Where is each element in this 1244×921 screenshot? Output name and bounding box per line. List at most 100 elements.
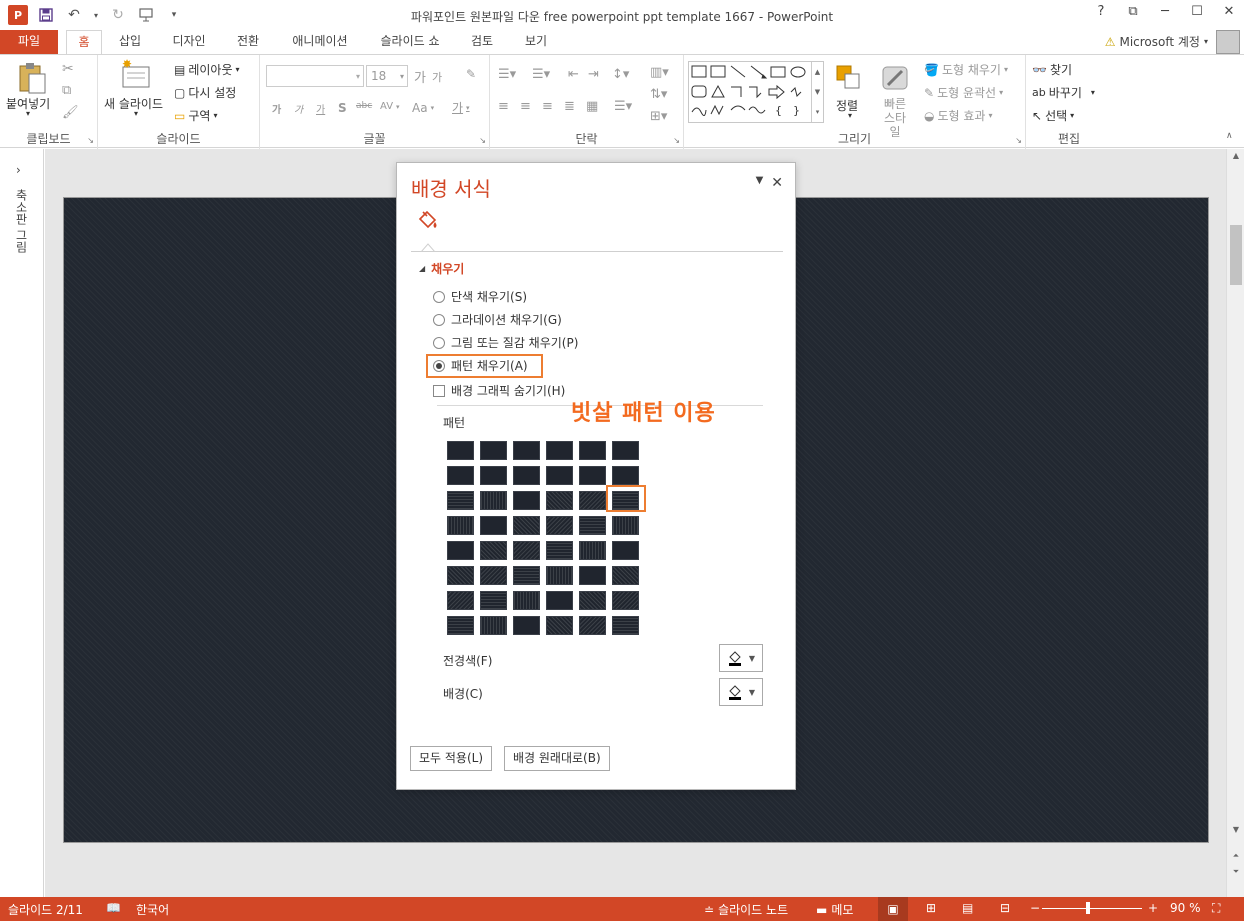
apply-to-all-button[interactable]: 모두 적용(L) — [410, 746, 493, 771]
pattern-swatch[interactable] — [612, 591, 639, 610]
pattern-swatch[interactable] — [513, 591, 540, 610]
pattern-swatch[interactable] — [612, 516, 639, 535]
pattern-swatch[interactable] — [612, 616, 639, 635]
zoom-slider-knob[interactable] — [1086, 902, 1090, 914]
next-slide-icon[interactable]: ⏷ — [1227, 867, 1244, 877]
slide-sorter-icon[interactable]: ⊞ — [926, 901, 936, 915]
fit-slide-icon[interactable]: ⛶ — [1212, 901, 1220, 916]
pattern-swatch[interactable] — [480, 466, 507, 485]
shapes-gallery[interactable]: {} ▲ ▼ ▾ — [688, 61, 824, 123]
find-button[interactable]: 👓 찾기 — [1032, 61, 1072, 78]
pattern-swatch[interactable] — [513, 566, 540, 585]
notes-button[interactable]: ≐ 슬라이드 노트 — [704, 901, 788, 918]
option-gradient-fill[interactable]: 그라데이션 채우기(G) — [433, 311, 562, 328]
bullets-icon[interactable]: ☰▾ — [498, 67, 516, 82]
grow-font-button[interactable]: 가 — [414, 67, 426, 86]
tab-transitions[interactable]: 전환 — [230, 30, 266, 54]
option-picture-fill[interactable]: 그림 또는 질감 채우기(P) — [433, 334, 578, 351]
minimize-icon[interactable]: ─ — [1156, 4, 1174, 19]
reset-background-button[interactable]: 배경 원래대로(B) — [504, 746, 610, 771]
copy-icon[interactable]: ⧉ — [62, 83, 71, 98]
fill-section-header[interactable]: ◢ 채우기 — [419, 260, 464, 277]
font-size-box[interactable]: 18 ▾ — [366, 65, 408, 87]
slideshow-view-icon[interactable]: ⊟ — [1000, 901, 1010, 915]
tab-animations[interactable]: 애니메이션 — [284, 30, 356, 54]
pattern-swatch[interactable] — [447, 466, 474, 485]
maximize-icon[interactable]: ☐ — [1188, 4, 1206, 19]
shape-outline-button[interactable]: ✎ 도형 윤곽선 ▾ — [924, 84, 1003, 101]
zoom-in-icon[interactable]: + — [1148, 901, 1158, 915]
help-icon[interactable]: ? — [1092, 4, 1110, 19]
align-left-icon[interactable]: ≡ — [498, 99, 509, 114]
pattern-swatch[interactable] — [513, 516, 540, 535]
pattern-swatch[interactable] — [612, 541, 639, 560]
thumbnail-label[interactable]: 축소판 그림 — [13, 189, 30, 253]
pattern-swatch[interactable] — [513, 616, 540, 635]
checkbox-hide-graphics[interactable] — [433, 384, 445, 397]
paste-dropdown-icon[interactable]: ▾ — [26, 109, 30, 118]
pattern-swatch[interactable] — [579, 541, 606, 560]
pattern-swatch[interactable] — [546, 616, 573, 635]
pane-close-icon[interactable]: ✕ — [771, 175, 783, 191]
pattern-swatch[interactable] — [579, 516, 606, 535]
shrink-font-button[interactable]: 가 — [432, 69, 442, 85]
cut-icon[interactable]: ✂ — [62, 61, 74, 77]
pattern-swatch[interactable] — [447, 566, 474, 585]
pattern-swatch[interactable] — [480, 441, 507, 460]
pattern-swatch[interactable] — [546, 566, 573, 585]
pattern-swatch[interactable] — [480, 566, 507, 585]
tab-slideshow[interactable]: 슬라이드 쇼 — [372, 30, 448, 54]
distributed-icon[interactable]: ▦ — [586, 99, 598, 114]
clear-format-icon[interactable]: ✎ — [466, 67, 476, 81]
tab-view[interactable]: 보기 — [518, 30, 554, 54]
char-spacing-button[interactable]: AV ▾ — [380, 101, 400, 112]
pattern-swatch[interactable] — [447, 516, 474, 535]
pattern-swatch[interactable] — [480, 591, 507, 610]
foreground-color-button[interactable]: ▼ — [719, 644, 763, 672]
account-area[interactable]: ⚠ Microsoft 계정 ▾ — [1105, 33, 1208, 50]
ribbon-display-icon[interactable]: ⧉ — [1124, 4, 1142, 19]
font-color-button[interactable]: 가 ▾ — [452, 99, 470, 116]
pattern-swatch[interactable] — [546, 541, 573, 560]
pattern-swatch[interactable] — [579, 466, 606, 485]
align-text-icon[interactable]: ☰▾ — [614, 99, 632, 114]
tab-insert[interactable]: 삽입 — [112, 30, 148, 54]
language-indicator[interactable]: 한국어 — [136, 901, 169, 918]
fill-tab-icon[interactable] — [415, 209, 439, 236]
tab-file[interactable]: 파일 — [0, 30, 58, 54]
smartart-icon[interactable]: ⊞▾ — [650, 109, 667, 124]
reset-button[interactable]: ▢ 다시 설정 — [174, 84, 236, 101]
layout-button[interactable]: ▤ 레이아웃 ▾ — [174, 61, 240, 78]
avatar[interactable] — [1216, 30, 1240, 54]
pattern-swatch[interactable] — [480, 491, 507, 510]
shadow-button[interactable]: S — [338, 101, 347, 115]
option-solid-fill[interactable]: 단색 채우기(S) — [433, 288, 527, 305]
pattern-swatch[interactable] — [546, 441, 573, 460]
zoom-out-icon[interactable]: − — [1030, 901, 1040, 915]
shape-fill-button[interactable]: 🪣 도형 채우기 ▾ — [924, 61, 1008, 78]
option-hide-graphics[interactable]: 배경 그래픽 숨기기(H) — [433, 382, 565, 399]
scroll-up-icon[interactable]: ▲ — [1227, 151, 1244, 160]
normal-view-icon[interactable]: ▣ — [878, 897, 908, 921]
strikethrough-button[interactable]: abc — [356, 101, 372, 111]
align-right-icon[interactable]: ≡ — [542, 99, 553, 114]
radio-solid-fill[interactable] — [433, 290, 445, 303]
pattern-swatch[interactable] — [546, 516, 573, 535]
pattern-swatch[interactable] — [447, 541, 474, 560]
radio-picture-fill[interactable] — [433, 336, 445, 349]
pattern-swatch[interactable] — [513, 491, 540, 510]
line-spacing-icon[interactable]: ↕▾ — [612, 67, 629, 82]
reading-view-icon[interactable]: ▤ — [962, 901, 973, 915]
pattern-swatch[interactable] — [513, 541, 540, 560]
pattern-swatch[interactable] — [513, 441, 540, 460]
change-case-button[interactable]: Aa ▾ — [412, 101, 434, 115]
pattern-swatch[interactable] — [447, 591, 474, 610]
align-center-icon[interactable]: ≡ — [520, 99, 531, 114]
slide-counter[interactable]: 슬라이드 2/11 — [8, 901, 83, 918]
pattern-swatch[interactable] — [579, 591, 606, 610]
pattern-swatch[interactable] — [579, 616, 606, 635]
format-painter-icon[interactable]: 🖌 — [62, 105, 79, 120]
close-icon[interactable]: ✕ — [1220, 4, 1238, 19]
pattern-swatch[interactable] — [546, 491, 573, 510]
zoom-level[interactable]: 90 % — [1170, 901, 1201, 915]
